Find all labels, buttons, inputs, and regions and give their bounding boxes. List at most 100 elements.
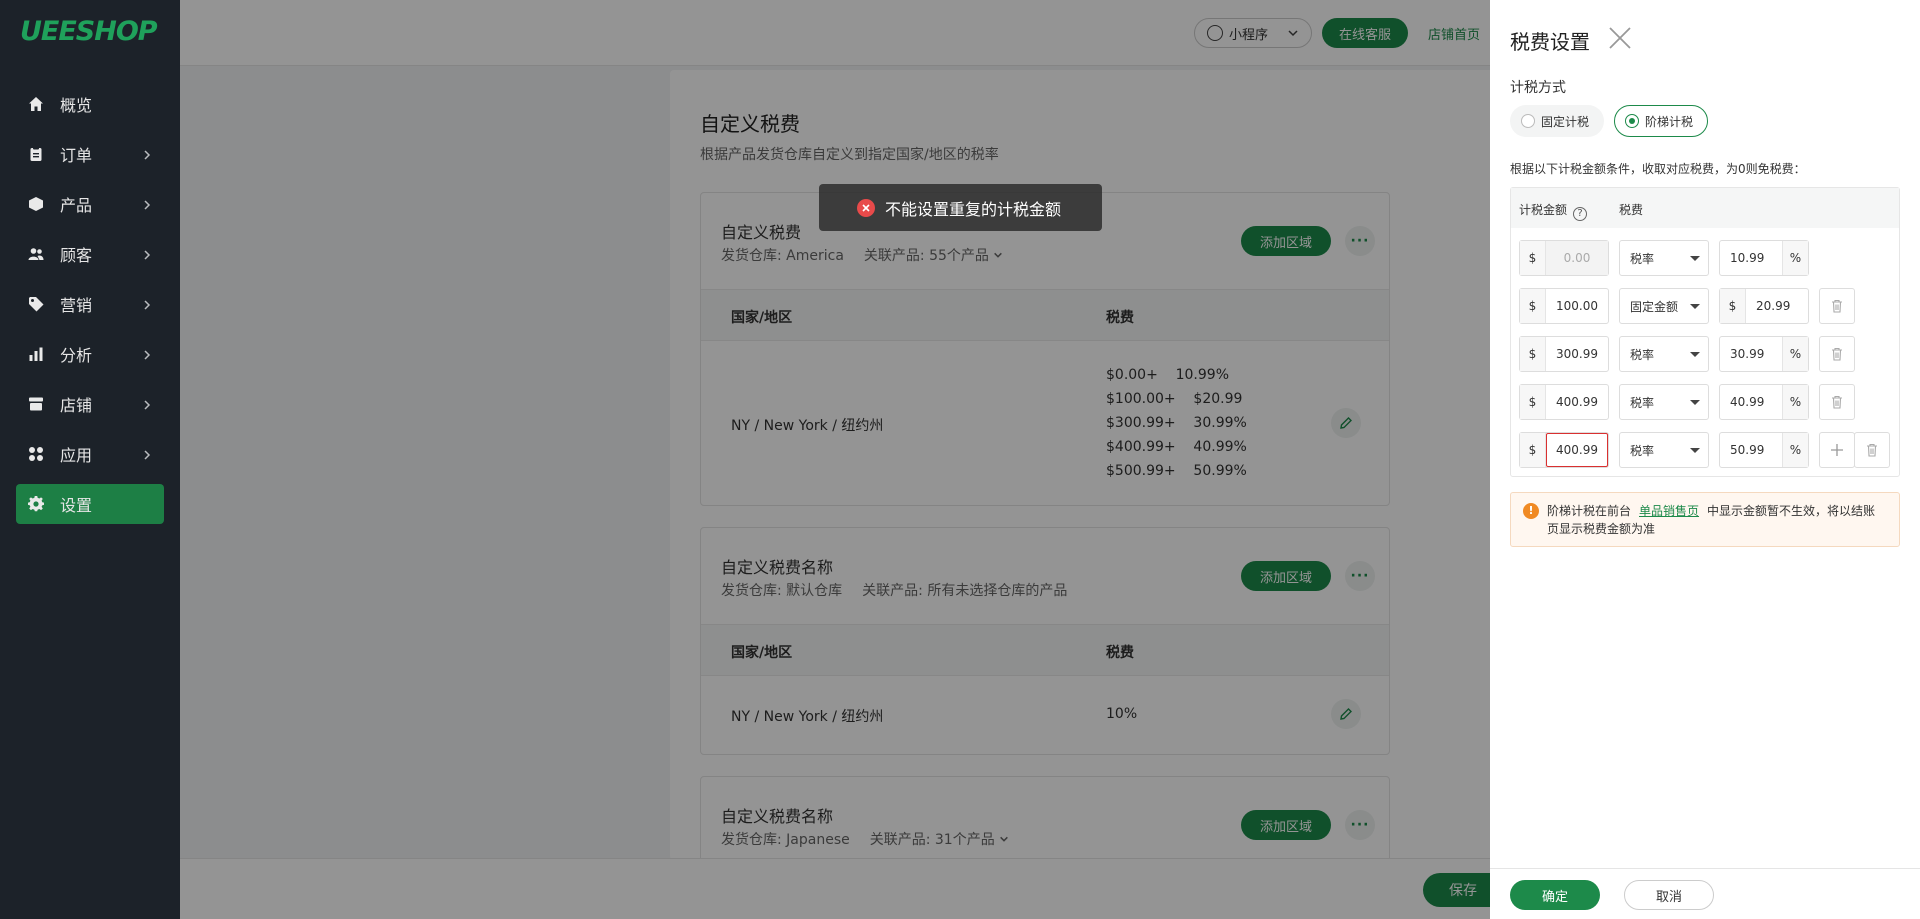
radio-label: 阶梯计税	[1645, 114, 1694, 129]
sidebar-item-marketing[interactable]: 营销	[16, 284, 164, 324]
caret-down-icon	[1690, 256, 1700, 261]
confirm-button[interactable]: 确定	[1510, 880, 1600, 910]
tax-fixed-input[interactable]: $ 20.99	[1719, 288, 1809, 324]
tax-amount-input[interactable]: $ 300.99	[1519, 336, 1609, 372]
tax-rate-input[interactable]: 10.99 %	[1719, 240, 1809, 276]
drawer-title: 税费设置	[1510, 30, 1590, 54]
tax-amount-input[interactable]: $ 0.00	[1519, 240, 1609, 276]
tax-rate-input[interactable]: 50.99 %	[1719, 432, 1809, 468]
tax-method-radio-group: 固定计税 阶梯计税	[1510, 105, 1718, 137]
store-icon	[28, 396, 44, 412]
sidebar-item-customers[interactable]: 顾客	[16, 234, 164, 274]
percent-suffix: %	[1782, 337, 1808, 371]
sidebar-item-label: 订单	[60, 146, 93, 165]
tier-row: $ 400.99 税率 50.99 %	[1519, 432, 1899, 468]
chevron-right-icon	[140, 297, 154, 311]
tier-row: $ 400.99 税率 40.99 %	[1519, 384, 1899, 420]
sidebar-item-store[interactable]: 店铺	[16, 384, 164, 424]
sidebar-item-label: 店铺	[60, 396, 93, 415]
percent-suffix: %	[1782, 385, 1808, 419]
radio-label: 固定计税	[1541, 114, 1590, 129]
rate-value: 30.99	[1730, 347, 1765, 361]
tax-type-select[interactable]: 固定金额	[1619, 288, 1709, 324]
tax-type-select[interactable]: 税率	[1619, 336, 1709, 372]
currency-prefix: $	[1520, 241, 1546, 275]
tax-method-label: 计税方式	[1510, 80, 1566, 96]
close-icon[interactable]	[1608, 26, 1632, 50]
tiered-tax-notice: ! 阶梯计税在前台 单品销售页 中显示金额暂不生效，将以结账页显示税费金额为准	[1510, 492, 1900, 547]
cancel-button[interactable]: 取消	[1624, 880, 1714, 910]
amount-value: 300.99	[1556, 347, 1598, 361]
rate-value: 20.99	[1756, 299, 1791, 313]
sidebar-item-label: 概览	[60, 96, 93, 115]
sidebar-item-settings[interactable]: 设置	[16, 484, 164, 524]
percent-suffix: %	[1782, 241, 1808, 275]
tax-amount-input[interactable]: $ 400.99	[1519, 384, 1609, 420]
radio-fixed-tax[interactable]: 固定计税	[1510, 105, 1605, 137]
radio-circle	[1521, 114, 1535, 128]
gear-icon	[28, 496, 44, 512]
sidebar-item-overview[interactable]: 概览	[16, 84, 164, 124]
delete-tier-button[interactable]	[1854, 432, 1890, 468]
sidebar-item-label: 设置	[60, 496, 93, 515]
delete-tier-button[interactable]	[1819, 336, 1855, 372]
tax-rate-input[interactable]: 40.99 %	[1719, 384, 1809, 420]
currency-prefix: $	[1520, 337, 1546, 371]
rate-value: 40.99	[1730, 395, 1765, 409]
radio-tiered-tax[interactable]: 阶梯计税	[1614, 105, 1709, 137]
sidebar-item-analytics[interactable]: 分析	[16, 334, 164, 374]
amount-value: 0.00	[1546, 241, 1608, 275]
plus-icon	[1831, 444, 1843, 456]
sidebar-item-label: 产品	[60, 196, 93, 215]
tax-settings-drawer: 税费设置 计税方式 固定计税 阶梯计税 根据以下计税金额条件，收取对应税费，为0…	[1490, 0, 1920, 919]
chevron-right-icon	[140, 147, 154, 161]
error-icon	[857, 198, 875, 217]
brand-logo[interactable]: UEESHOP	[20, 16, 158, 47]
help-icon[interactable]: ?	[1573, 206, 1588, 221]
radio-circle	[1625, 114, 1640, 128]
sidebar-item-products[interactable]: 产品	[16, 184, 164, 224]
tax-type-value: 税率	[1630, 251, 1655, 266]
sidebar-nav: 概览 订单 产品 顾客 营销 分析 店铺 应用 设置	[16, 84, 164, 534]
users-icon	[28, 246, 44, 262]
tax-amount-input[interactable]: $ 100.00	[1519, 288, 1609, 324]
currency-prefix: $	[1720, 289, 1746, 323]
sidebar-item-label: 顾客	[60, 246, 93, 265]
delete-tier-button[interactable]	[1819, 288, 1855, 324]
chevron-right-icon	[140, 397, 154, 411]
modal-overlay[interactable]	[180, 0, 1490, 919]
bar-chart-icon	[28, 346, 44, 362]
tax-type-select[interactable]: 税率	[1619, 384, 1709, 420]
product-page-link[interactable]: 单品销售页	[1639, 504, 1699, 518]
delete-tier-button[interactable]	[1819, 384, 1855, 420]
trash-icon	[1832, 299, 1842, 313]
tier-row: $ 0.00 税率 10.99 %	[1519, 240, 1899, 276]
rate-value: 10.99	[1730, 251, 1765, 265]
tax-amount-input[interactable]: $ 400.99	[1519, 432, 1609, 468]
amount-value: 400.99	[1556, 395, 1598, 409]
sidebar: UEESHOP 概览 订单 产品 顾客 营销 分析 店铺 应用 设置	[0, 0, 180, 919]
caret-down-icon	[1690, 352, 1700, 357]
tax-type-value: 税率	[1630, 347, 1655, 362]
col-tax-amount-label: 计税金额	[1519, 203, 1568, 217]
tax-rate-input[interactable]: 30.99 %	[1719, 336, 1809, 372]
apps-icon	[28, 446, 44, 462]
sidebar-item-apps[interactable]: 应用	[16, 434, 164, 474]
sidebar-item-orders[interactable]: 订单	[16, 134, 164, 174]
tax-type-select[interactable]: 税率	[1619, 240, 1709, 276]
add-tier-button[interactable]	[1819, 432, 1855, 468]
chevron-right-icon	[140, 347, 154, 361]
chevron-right-icon	[140, 447, 154, 461]
error-toast: 不能设置重复的计税金额	[819, 184, 1102, 231]
tier-table-header: 计税金额? 税费	[1511, 188, 1899, 228]
tax-type-select[interactable]: 税率	[1619, 432, 1709, 468]
col-tax-fee: 税费	[1619, 203, 1644, 217]
tax-type-value: 税率	[1630, 395, 1655, 410]
caret-down-icon	[1690, 400, 1700, 405]
caret-down-icon	[1690, 448, 1700, 453]
amount-value-error: 400.99	[1546, 433, 1608, 467]
sidebar-item-label: 营销	[60, 296, 93, 315]
sidebar-item-label: 分析	[60, 346, 93, 365]
toast-message: 不能设置重复的计税金额	[885, 199, 1062, 219]
box-icon	[28, 196, 44, 212]
